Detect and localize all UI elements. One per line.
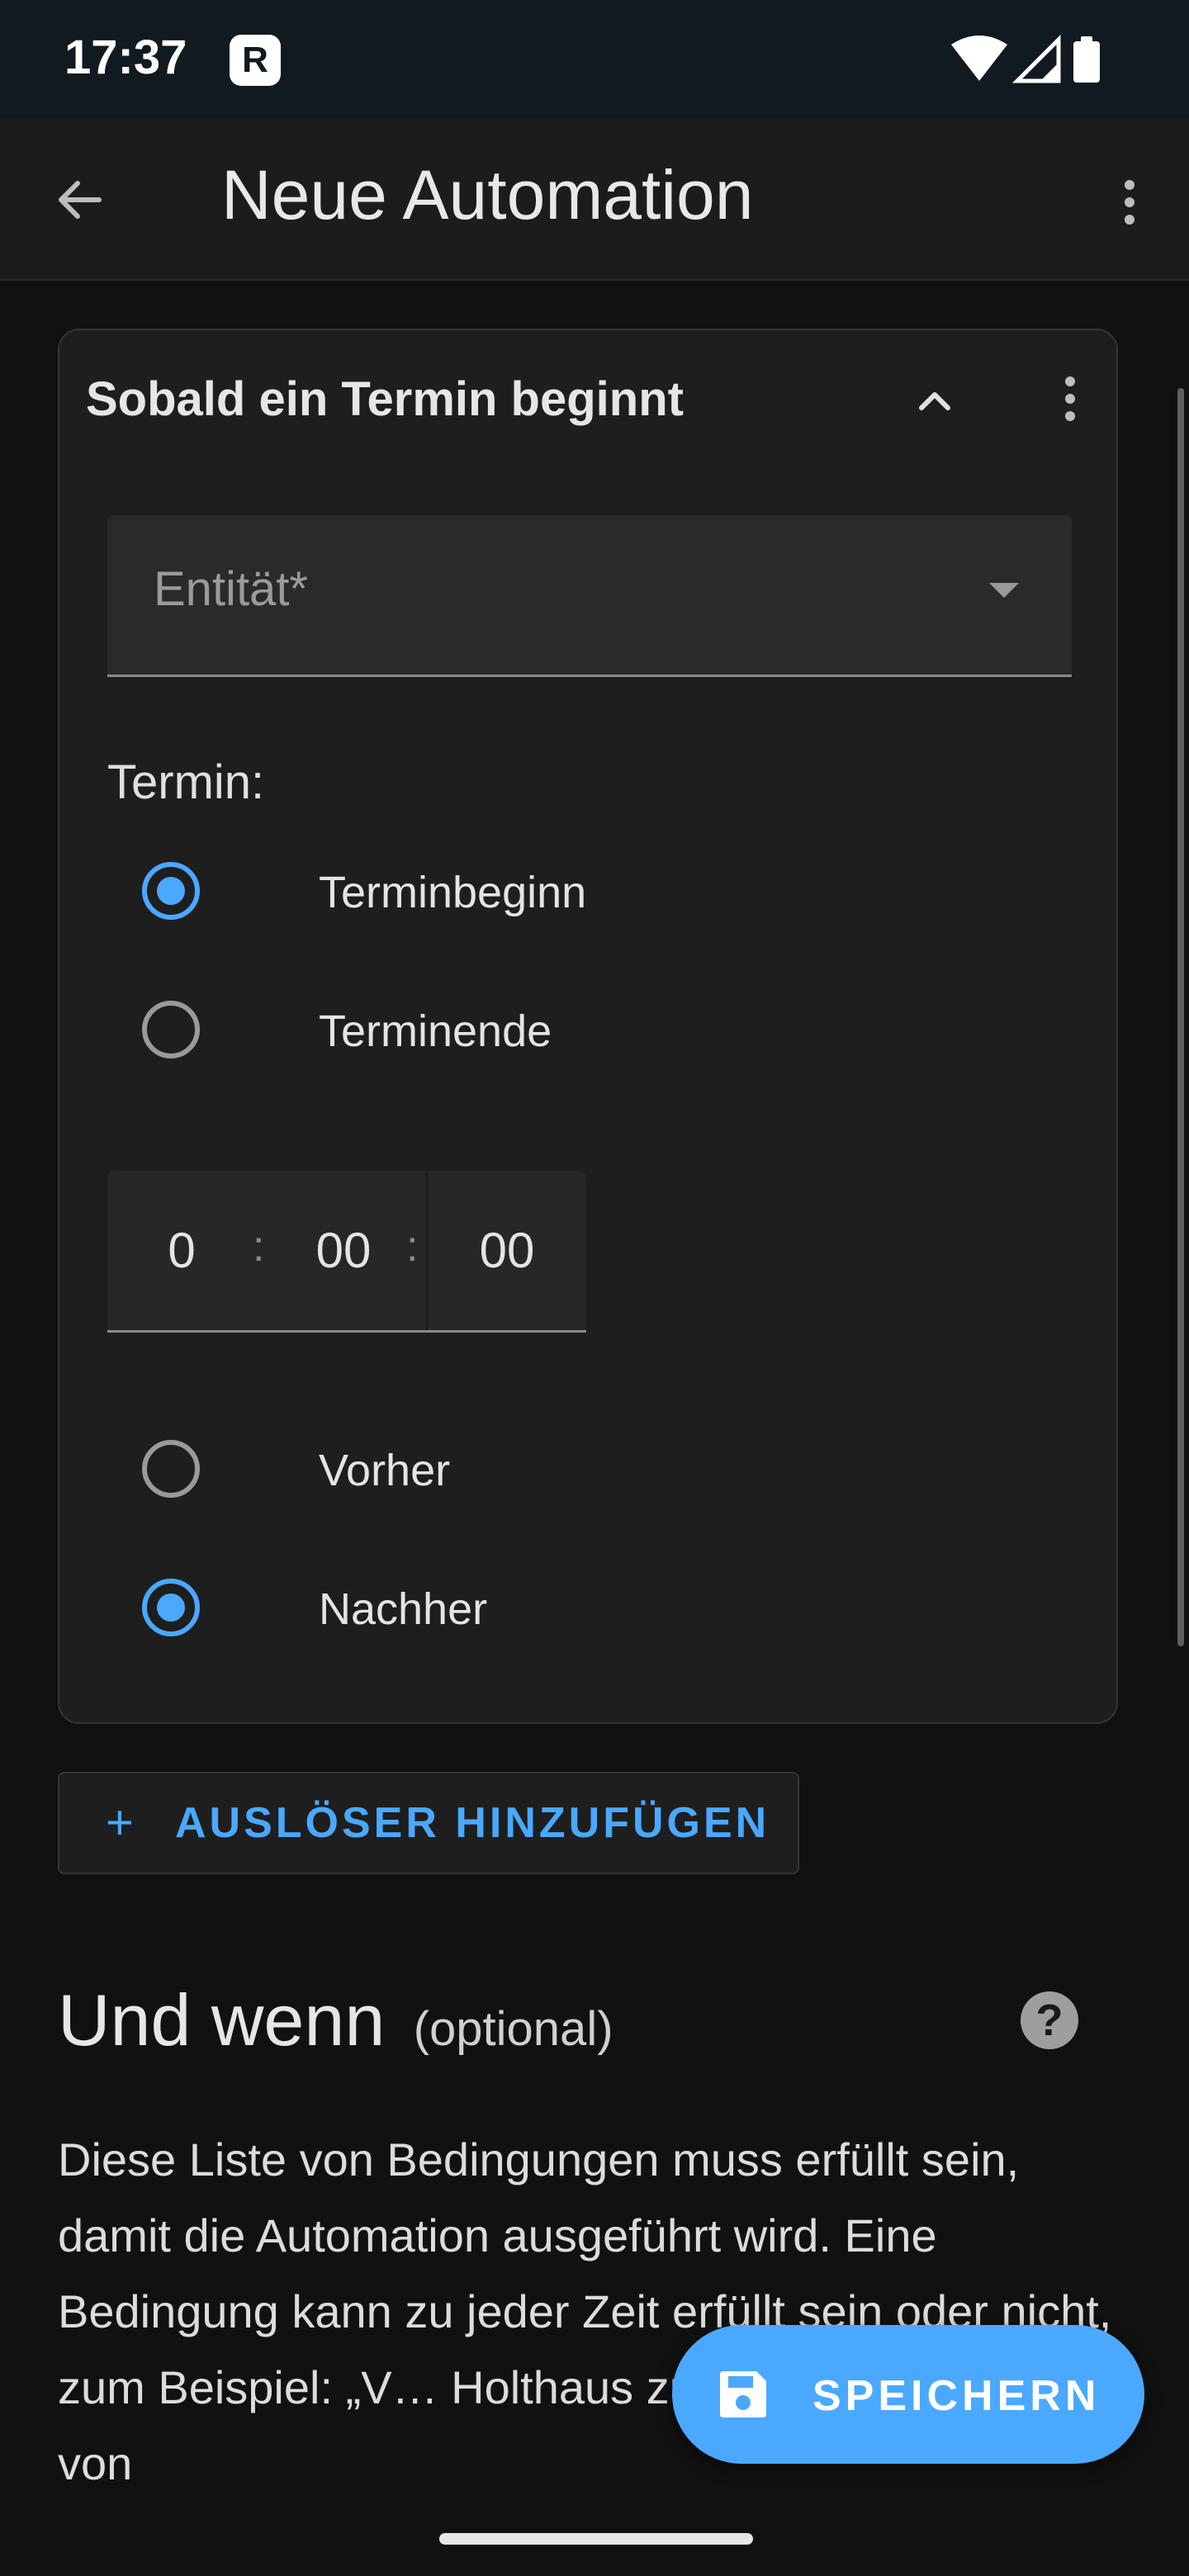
add-trigger-button[interactable]: + AUSLÖSER HINZUFÜGEN [58, 1772, 799, 1874]
entity-select[interactable]: Entität* [107, 515, 1072, 677]
notification-app-icon: R [230, 35, 281, 86]
wifi-signal-battery-icons [951, 34, 1100, 83]
dropdown-arrow-icon [989, 583, 1019, 598]
event-label: Termin: [107, 755, 265, 809]
conditions-title: Und wenn [58, 1979, 386, 2061]
plus-icon: + [106, 1796, 134, 1849]
trigger-menu-button[interactable] [1034, 360, 1108, 443]
trigger-card: Sobald ein Termin beginnt Entität* Termi… [58, 329, 1118, 1724]
back-button[interactable] [50, 168, 112, 231]
more-vert-icon [1065, 376, 1075, 429]
home-indicator[interactable] [439, 2533, 753, 2545]
chevron-up-icon [919, 392, 950, 410]
offset-time-input: 0 : 00 : 00 [107, 1171, 586, 1333]
trigger-card-title: Sobald ein Termin beginnt [86, 372, 684, 426]
radio-label: Terminende [319, 1006, 552, 1056]
battery-icon [1073, 41, 1100, 83]
notification-app-icon-letter: R [242, 40, 268, 80]
offset-minutes-input[interactable]: 00 [269, 1171, 418, 1330]
save-button-label: SPEICHERN [812, 2372, 1101, 2420]
radio-button-checked[interactable] [142, 1579, 200, 1636]
conditions-heading: Und wenn (optional) [58, 1978, 613, 2062]
help-icon[interactable]: ? [1021, 1991, 1078, 2049]
time-separator: : [406, 1223, 419, 1271]
radio-button-unchecked[interactable] [142, 1001, 200, 1058]
radio-after[interactable]: Nachher [142, 1567, 803, 1650]
radio-before[interactable]: Vorher [142, 1428, 803, 1511]
more-vert-icon [1125, 180, 1135, 232]
wifi-icon [951, 36, 1007, 81]
offset-hours-input[interactable]: 0 [107, 1171, 256, 1330]
save-button[interactable]: SPEICHERN [672, 2325, 1144, 2464]
arrow-back-icon [59, 181, 102, 219]
radio-label: Nachher [319, 1584, 488, 1634]
app-bar: Neue Automation [0, 119, 1189, 281]
conditions-optional: (optional) [413, 2002, 613, 2056]
status-bar: 17:37 R [0, 0, 1189, 119]
radio-label: Terminbeginn [319, 868, 587, 917]
time-separator: : [253, 1223, 265, 1271]
collapse-button[interactable] [893, 360, 976, 443]
offset-seconds-input[interactable]: 00 [428, 1171, 586, 1330]
status-icons [950, 33, 1115, 86]
scrollbar[interactable] [1177, 388, 1184, 1646]
radio-button-unchecked[interactable] [142, 1440, 200, 1498]
add-trigger-label: AUSLÖSER HINZUFÜGEN [175, 1799, 770, 1847]
radio-button-checked[interactable] [142, 862, 200, 920]
overflow-menu-button[interactable] [1095, 165, 1164, 234]
status-time: 17:37 [64, 31, 187, 84]
page-title: Neue Automation [221, 156, 754, 234]
floppy-disk-icon [720, 2371, 766, 2417]
radio-event-end[interactable]: Terminende [142, 989, 803, 1072]
entity-select-label: Entität* [154, 562, 308, 616]
radio-label: Vorher [319, 1446, 451, 1495]
radio-event-start[interactable]: Terminbeginn [142, 850, 803, 933]
